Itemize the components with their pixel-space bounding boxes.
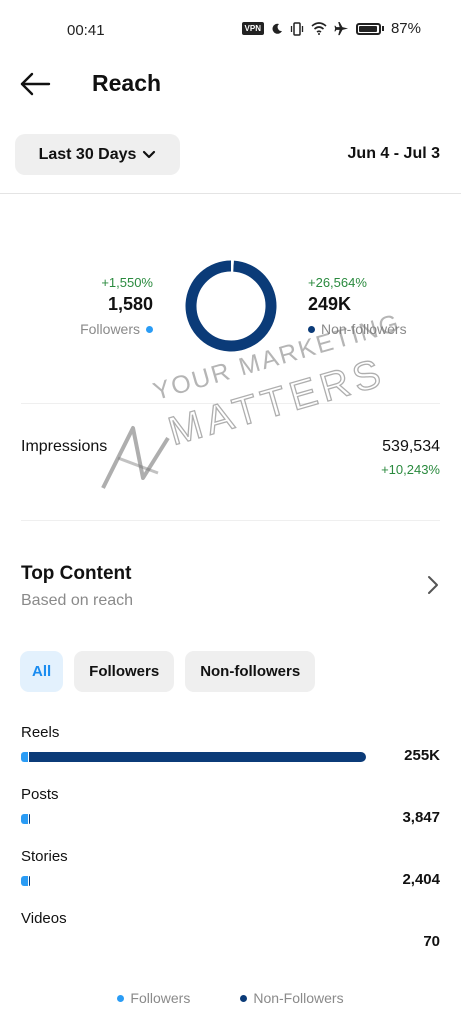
status-bar: 00:41 VPN 87% <box>0 0 461 62</box>
reach-breakdown: +1,550% 1,580 Followers +26,564% 249K No… <box>0 255 461 355</box>
bar-item-posts: Posts 3,847 <box>0 786 461 836</box>
date-range-dropdown-label: Last 30 Days <box>38 145 137 163</box>
bar-value: 3,847 <box>402 809 440 826</box>
reach-donut-chart <box>185 260 277 352</box>
impressions-row: Impressions 539,534 +10,243% <box>0 438 461 483</box>
divider <box>0 193 461 194</box>
legend-followers-label: Followers <box>130 990 191 1006</box>
bar-item-reels: Reels 255K <box>0 724 461 774</box>
bar-label: Posts <box>21 786 59 803</box>
bar-value: 70 <box>423 933 440 950</box>
date-range-dropdown[interactable]: Last 30 Days <box>15 134 180 175</box>
bar-track <box>21 752 366 762</box>
impressions-value: 539,534 <box>382 438 440 455</box>
tab-followers[interactable]: Followers <box>74 651 175 692</box>
bar-track <box>21 938 366 948</box>
top-content-header[interactable]: Top Content Based on reach <box>0 563 461 618</box>
bar-non-followers-segment <box>29 752 366 762</box>
bar-item-videos: Videos 70 <box>0 910 461 960</box>
bar-label: Videos <box>21 910 67 927</box>
bar-followers-segment <box>21 814 28 824</box>
top-content-title: Top Content <box>21 563 132 584</box>
page-title: Reach <box>92 70 162 96</box>
battery-cap <box>381 26 384 31</box>
battery-icon <box>355 22 381 35</box>
legend-followers: Followers <box>117 990 190 1006</box>
vpn-icon: VPN <box>241 22 264 35</box>
non-followers-dot-icon <box>308 325 315 333</box>
bar-item-stories: Stories 2,404 <box>0 848 461 898</box>
legend-followers-dot-icon <box>117 994 125 1002</box>
bar-track <box>21 814 366 824</box>
followers-legend-label: Followers <box>80 321 140 337</box>
non-followers-legend-label: Non-followers <box>321 321 407 337</box>
content-filter-tabs: All Followers Non-followers <box>20 651 316 692</box>
top-content-subtitle: Based on reach <box>21 592 134 609</box>
status-time: 00:41 <box>67 22 105 39</box>
bars-legend: Followers Non-Followers <box>0 990 461 1006</box>
date-range-text: Jun 4 - Jul 3 <box>347 145 440 162</box>
wifi-icon <box>311 22 327 35</box>
status-icons: VPN 87% <box>241 20 421 37</box>
bar-non-followers-segment <box>29 876 30 886</box>
arrow-left-icon[interactable] <box>18 70 52 98</box>
followers-stats: +1,550% 1,580 Followers <box>80 275 153 337</box>
bar-label: Stories <box>21 848 68 865</box>
vibrate-icon <box>290 21 304 36</box>
bar-followers-segment <box>21 876 28 886</box>
airplane-icon <box>334 21 349 36</box>
legend-non-followers-label: Non-Followers <box>253 990 344 1006</box>
bar-non-followers-segment <box>29 814 30 824</box>
non-followers-legend: Non-followers <box>308 321 407 337</box>
tab-all[interactable]: All <box>20 651 64 692</box>
filter-row: Last 30 Days Jun 4 - Jul 3 <box>0 134 461 176</box>
divider <box>21 520 440 521</box>
legend-non-followers: Non-Followers <box>240 990 344 1006</box>
header: Reach <box>0 62 461 106</box>
non-followers-stats: +26,564% 249K Non-followers <box>308 275 407 337</box>
bar-value: 255K <box>404 747 440 764</box>
tab-non-followers[interactable]: Non-followers <box>185 651 316 692</box>
chevron-down-icon <box>143 150 156 158</box>
followers-legend: Followers <box>80 321 153 337</box>
impressions-label: Impressions <box>21 438 108 455</box>
followers-change: +1,550% <box>101 275 153 290</box>
bar-value: 2,404 <box>402 871 440 888</box>
non-followers-value: 249K <box>308 294 352 314</box>
followers-value: 1,580 <box>107 294 153 314</box>
divider <box>21 403 440 404</box>
battery-percent: 87% <box>390 20 421 37</box>
followers-dot-icon <box>146 325 153 333</box>
bar-track <box>21 876 366 886</box>
chevron-right-icon[interactable] <box>427 575 439 595</box>
impressions-change: +10,243% <box>381 462 440 477</box>
bar-label: Reels <box>21 724 60 741</box>
donut-non-followers-segment <box>185 260 277 352</box>
bar-followers-segment <box>21 752 28 762</box>
legend-non-followers-dot-icon <box>240 994 248 1002</box>
moon-icon <box>272 23 282 34</box>
non-followers-change: +26,564% <box>308 275 367 290</box>
